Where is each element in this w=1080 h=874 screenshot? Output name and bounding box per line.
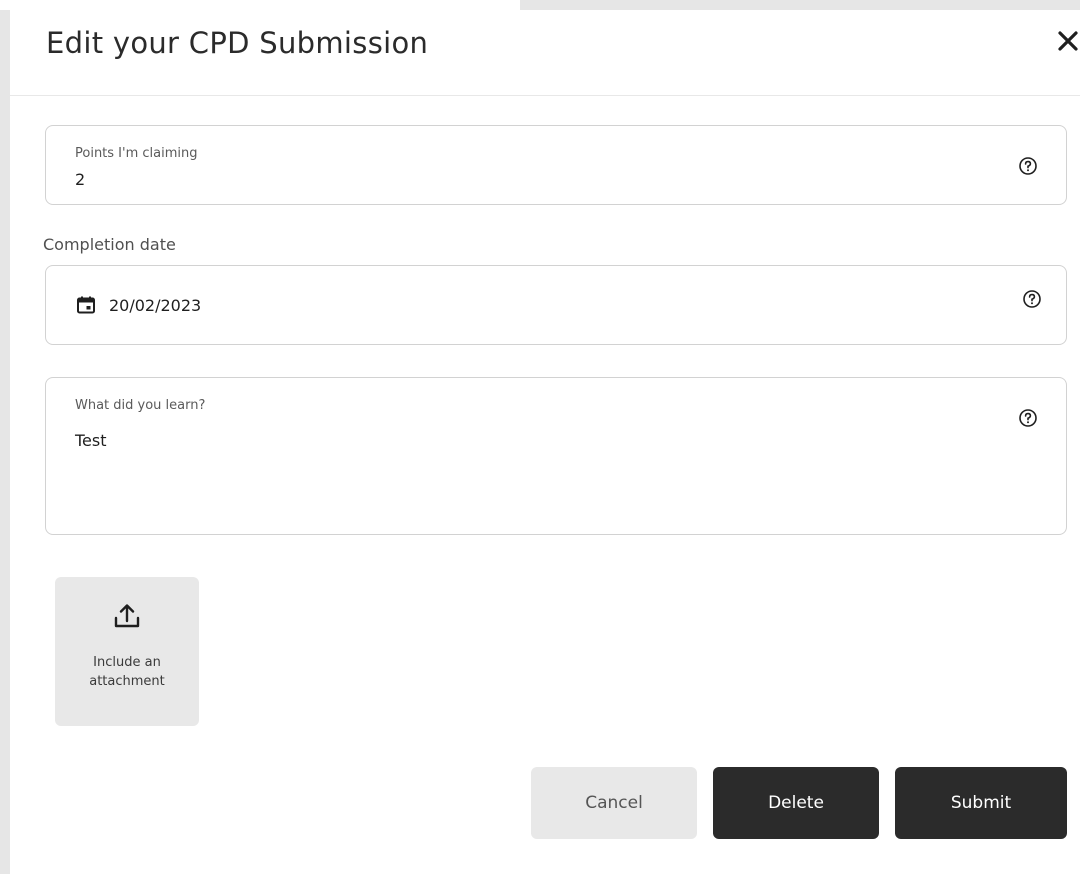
submit-button[interactable]: Submit	[895, 767, 1067, 839]
points-label: Points I'm claiming	[75, 146, 198, 161]
attachment-label-line1: Include an	[93, 655, 161, 670]
close-button[interactable]	[1053, 26, 1080, 56]
completion-date-label: Completion date	[43, 235, 176, 254]
delete-button[interactable]: Delete	[713, 767, 879, 839]
learning-label: What did you learn?	[75, 398, 206, 413]
background-tab-edge	[0, 0, 520, 10]
points-field[interactable]: Points I'm claiming 2	[45, 125, 1067, 205]
learning-field[interactable]: What did you learn? Test	[45, 377, 1067, 535]
points-help-button[interactable]	[1018, 156, 1038, 176]
completion-date-help-button[interactable]	[1022, 289, 1042, 309]
learning-help-button[interactable]	[1018, 408, 1038, 428]
modal-header: Edit your CPD Submission	[10, 10, 1080, 96]
completion-date-value[interactable]: 20/02/2023	[109, 296, 201, 315]
learning-value[interactable]: Test	[75, 431, 107, 450]
help-circle-icon	[1019, 157, 1037, 175]
attachment-label: Include an attachment	[55, 653, 199, 691]
calendar-icon	[77, 296, 95, 314]
calendar-button[interactable]	[76, 295, 96, 315]
close-icon	[1058, 31, 1078, 51]
upload-icon	[114, 604, 140, 628]
edit-submission-modal: Edit your CPD Submission Points I'm clai…	[10, 10, 1080, 874]
attachment-label-line2: attachment	[89, 674, 165, 689]
help-circle-icon	[1023, 290, 1041, 308]
completion-date-field[interactable]: 20/02/2023	[45, 265, 1067, 345]
include-attachment-button[interactable]: Include an attachment	[55, 577, 199, 726]
modal-title: Edit your CPD Submission	[46, 26, 429, 60]
points-value[interactable]: 2	[75, 170, 85, 189]
help-circle-icon	[1019, 409, 1037, 427]
cancel-button[interactable]: Cancel	[531, 767, 697, 839]
